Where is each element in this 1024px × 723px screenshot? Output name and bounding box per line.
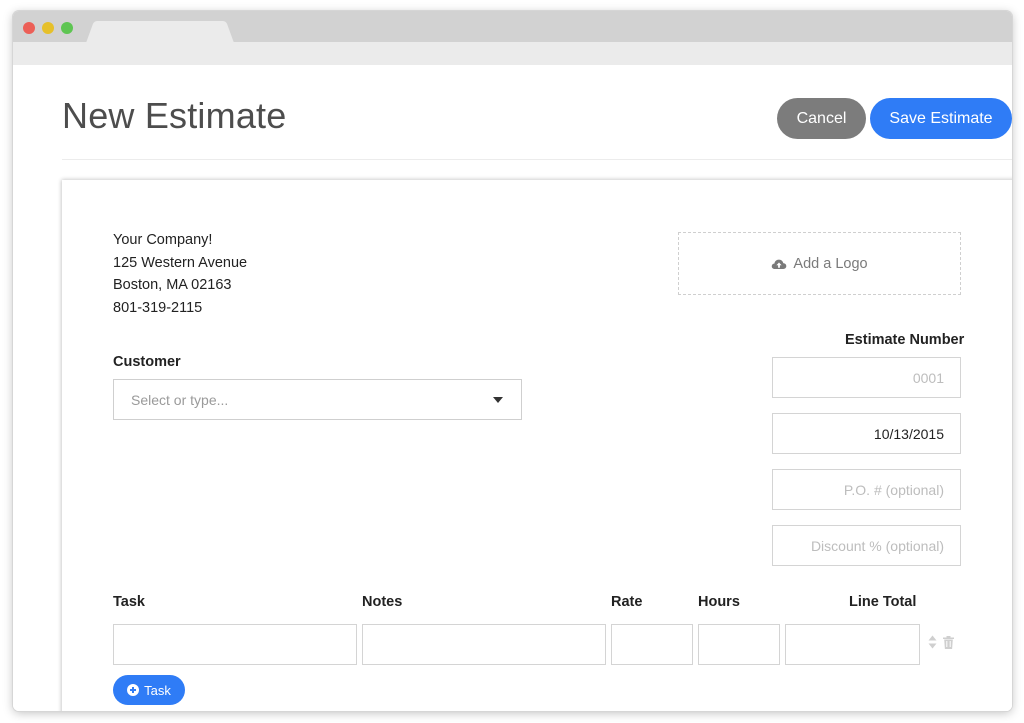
add-logo-button[interactable]: Add a Logo: [678, 232, 961, 295]
estimate-sheet: Your Company! 125 Western Avenue Boston,…: [62, 180, 1012, 711]
column-header-task: Task: [113, 594, 145, 610]
header-divider: [62, 159, 1012, 160]
add-task-label: Task: [144, 682, 171, 698]
estimate-page: New Estimate Cancel Save Estimate Your C…: [13, 65, 1012, 711]
minimize-window-button[interactable]: [42, 22, 54, 34]
sort-handle-icon[interactable]: [928, 635, 937, 649]
cancel-button[interactable]: Cancel: [777, 98, 866, 139]
estimate-number-placeholder: 0001: [912, 369, 944, 386]
customer-label: Customer: [113, 354, 181, 370]
add-logo-label: Add a Logo: [793, 255, 868, 272]
column-header-hours: Hours: [698, 594, 740, 610]
company-phone: 801-319-2115: [113, 299, 203, 316]
column-header-notes: Notes: [362, 594, 403, 610]
page-title: New Estimate: [62, 95, 287, 136]
task-input[interactable]: [113, 624, 357, 665]
discount-input[interactable]: Discount % (optional): [772, 525, 961, 566]
customer-select-placeholder: Select or type...: [131, 391, 229, 408]
customer-select[interactable]: Select or type...: [113, 379, 522, 420]
close-window-button[interactable]: [23, 22, 35, 34]
estimate-date-value: 10/13/2015: [873, 425, 944, 442]
column-header-line-total: Line Total: [849, 594, 917, 610]
browser-titlebar: [13, 11, 1012, 65]
save-estimate-button[interactable]: Save Estimate: [870, 98, 1012, 139]
hours-input[interactable]: [698, 624, 780, 665]
po-number-input[interactable]: P.O. # (optional): [772, 469, 961, 510]
po-number-placeholder: P.O. # (optional): [843, 481, 944, 498]
company-city: Boston, MA 02163: [113, 277, 232, 293]
estimate-date-input[interactable]: 10/13/2015: [772, 413, 961, 454]
plus-circle-icon: [127, 684, 140, 696]
add-task-button[interactable]: Task: [113, 675, 185, 705]
notes-input[interactable]: [362, 624, 606, 665]
rate-input[interactable]: [611, 624, 693, 665]
line-item-tools: [928, 635, 954, 649]
company-name: Your Company!: [113, 232, 213, 248]
column-header-rate: Rate: [611, 594, 643, 610]
company-info[interactable]: Your Company! 125 Western Avenue Boston,…: [113, 229, 247, 319]
estimate-number-label: Estimate Number: [845, 332, 965, 348]
discount-placeholder: Discount % (optional): [810, 537, 944, 554]
line-total-input[interactable]: [785, 624, 920, 665]
company-address: 125 Western Avenue: [113, 254, 248, 271]
cloud-upload-icon: [772, 259, 787, 269]
estimate-number-input[interactable]: 0001: [772, 357, 961, 398]
maximize-window-button[interactable]: [61, 22, 73, 34]
browser-tab[interactable]: [95, 21, 225, 43]
browser-window: New Estimate Cancel Save Estimate Your C…: [13, 11, 1012, 711]
caret-down-icon: [493, 397, 503, 403]
trash-icon[interactable]: [943, 635, 954, 649]
